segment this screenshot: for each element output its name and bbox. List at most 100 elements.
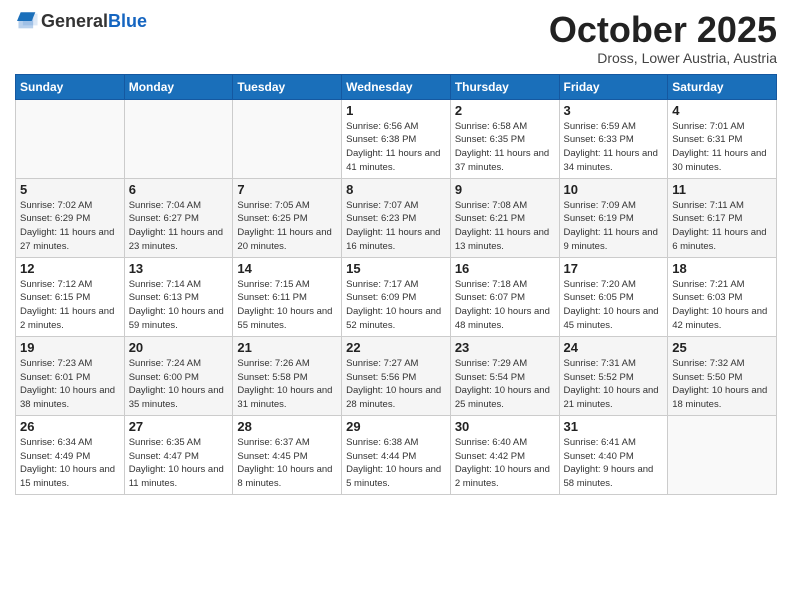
day-number: 30 — [455, 419, 555, 434]
day-number: 9 — [455, 182, 555, 197]
calendar-week-row: 1Sunrise: 6:56 AM Sunset: 6:38 PM Daylig… — [16, 99, 777, 178]
table-row: 20Sunrise: 7:24 AM Sunset: 6:00 PM Dayli… — [124, 336, 233, 415]
day-info: Sunrise: 7:23 AM Sunset: 6:01 PM Dayligh… — [20, 357, 120, 412]
day-number: 21 — [237, 340, 337, 355]
col-monday: Monday — [124, 74, 233, 99]
day-info: Sunrise: 7:04 AM Sunset: 6:27 PM Dayligh… — [129, 199, 229, 254]
day-number: 28 — [237, 419, 337, 434]
table-row: 26 Sunrise: 6:34 AM Sunset: 4:49 PM Dayli… — [16, 415, 125, 494]
day-number: 11 — [672, 182, 772, 197]
table-row: 29Sunrise: 6:38 AM Sunset: 4:44 PM Dayli… — [342, 415, 451, 494]
day-number: 2 — [455, 103, 555, 118]
location: Dross, Lower Austria, Austria — [549, 50, 777, 66]
day-number: 27 — [129, 419, 229, 434]
day-number: 14 — [237, 261, 337, 276]
table-row: 5 Sunrise: 7:02 AM Sunset: 6:29 PM Daylig… — [16, 178, 125, 257]
day-number: 15 — [346, 261, 446, 276]
day-number: 23 — [455, 340, 555, 355]
day-number: 20 — [129, 340, 229, 355]
col-saturday: Saturday — [668, 74, 777, 99]
table-row: 2 Sunrise: 6:58 AM Sunset: 6:35 PM Daylig… — [450, 99, 559, 178]
col-sunday: Sunday — [16, 74, 125, 99]
day-number: 19 — [20, 340, 120, 355]
day-info: Sunrise: 7:20 AM Sunset: 6:05 PM Dayligh… — [564, 278, 664, 333]
table-row: 31 Sunrise: 6:41 AM Sunset: 4:40 PM Dayli… — [559, 415, 668, 494]
col-friday: Friday — [559, 74, 668, 99]
logo-blue: Blue — [108, 11, 147, 31]
table-row — [668, 415, 777, 494]
day-info: Sunrise: 6:34 AM Sunset: 4:49 PM Dayligh… — [20, 436, 120, 491]
table-row: 8Sunrise: 7:07 AM Sunset: 6:23 PM Daylig… — [342, 178, 451, 257]
day-info: Sunrise: 7:02 AM Sunset: 6:29 PM Dayligh… — [20, 199, 120, 254]
table-row: 13Sunrise: 7:14 AM Sunset: 6:13 PM Dayli… — [124, 257, 233, 336]
day-info: Sunrise: 7:31 AM Sunset: 5:52 PM Dayligh… — [564, 357, 664, 412]
day-info: Sunrise: 6:41 AM Sunset: 4:40 PM Dayligh… — [564, 436, 664, 491]
day-info: Sunrise: 7:29 AM Sunset: 5:54 PM Dayligh… — [455, 357, 555, 412]
table-row: 3 Sunrise: 6:59 AM Sunset: 6:33 PM Daylig… — [559, 99, 668, 178]
day-info: Sunrise: 7:17 AM Sunset: 6:09 PM Dayligh… — [346, 278, 446, 333]
table-row: 16Sunrise: 7:18 AM Sunset: 6:07 PM Dayli… — [450, 257, 559, 336]
day-number: 10 — [564, 182, 664, 197]
table-row: 18 Sunrise: 7:21 AM Sunset: 6:03 PM Dayli… — [668, 257, 777, 336]
day-number: 3 — [564, 103, 664, 118]
logo-general: General — [41, 11, 108, 31]
table-row: 25 Sunrise: 7:32 AM Sunset: 5:50 PM Dayli… — [668, 336, 777, 415]
day-info: Sunrise: 7:01 AM Sunset: 6:31 PM Dayligh… — [672, 120, 772, 175]
logo-text: GeneralBlue — [41, 11, 147, 32]
day-number: 6 — [129, 182, 229, 197]
calendar-week-row: 12Sunrise: 7:12 AM Sunset: 6:15 PM Dayli… — [16, 257, 777, 336]
day-number: 18 — [672, 261, 772, 276]
day-info: Sunrise: 6:40 AM Sunset: 4:42 PM Dayligh… — [455, 436, 555, 491]
table-row: 24 Sunrise: 7:31 AM Sunset: 5:52 PM Dayli… — [559, 336, 668, 415]
month-title: October 2025 — [549, 10, 777, 50]
table-row: 9 Sunrise: 7:08 AM Sunset: 6:21 PM Daylig… — [450, 178, 559, 257]
calendar-week-row: 19 Sunrise: 7:23 AM Sunset: 6:01 PM Dayli… — [16, 336, 777, 415]
table-row — [233, 99, 342, 178]
table-row: 15 Sunrise: 7:17 AM Sunset: 6:09 PM Dayli… — [342, 257, 451, 336]
calendar-week-row: 26 Sunrise: 6:34 AM Sunset: 4:49 PM Dayli… — [16, 415, 777, 494]
table-row: 1Sunrise: 6:56 AM Sunset: 6:38 PM Daylig… — [342, 99, 451, 178]
day-number: 1 — [346, 103, 446, 118]
table-row: 4Sunrise: 7:01 AM Sunset: 6:31 PM Daylig… — [668, 99, 777, 178]
day-info: Sunrise: 7:26 AM Sunset: 5:58 PM Dayligh… — [237, 357, 337, 412]
day-info: Sunrise: 6:58 AM Sunset: 6:35 PM Dayligh… — [455, 120, 555, 175]
logo-icon — [17, 10, 39, 32]
day-number: 31 — [564, 419, 664, 434]
table-row: 14 Sunrise: 7:15 AM Sunset: 6:11 PM Dayli… — [233, 257, 342, 336]
day-number: 24 — [564, 340, 664, 355]
table-row: 22Sunrise: 7:27 AM Sunset: 5:56 PM Dayli… — [342, 336, 451, 415]
col-thursday: Thursday — [450, 74, 559, 99]
day-info: Sunrise: 7:09 AM Sunset: 6:19 PM Dayligh… — [564, 199, 664, 254]
calendar: Sunday Monday Tuesday Wednesday Thursday… — [15, 74, 777, 495]
day-number: 17 — [564, 261, 664, 276]
day-number: 8 — [346, 182, 446, 197]
table-row: 12Sunrise: 7:12 AM Sunset: 6:15 PM Dayli… — [16, 257, 125, 336]
day-number: 13 — [129, 261, 229, 276]
table-row: 19 Sunrise: 7:23 AM Sunset: 6:01 PM Dayli… — [16, 336, 125, 415]
day-info: Sunrise: 6:59 AM Sunset: 6:33 PM Dayligh… — [564, 120, 664, 175]
day-number: 5 — [20, 182, 120, 197]
table-row: 28Sunrise: 6:37 AM Sunset: 4:45 PM Dayli… — [233, 415, 342, 494]
table-row — [124, 99, 233, 178]
col-tuesday: Tuesday — [233, 74, 342, 99]
day-number: 7 — [237, 182, 337, 197]
header: GeneralBlue October 2025 Dross, Lower Au… — [15, 10, 777, 66]
day-number: 26 — [20, 419, 120, 434]
day-info: Sunrise: 7:08 AM Sunset: 6:21 PM Dayligh… — [455, 199, 555, 254]
day-number: 25 — [672, 340, 772, 355]
day-info: Sunrise: 7:21 AM Sunset: 6:03 PM Dayligh… — [672, 278, 772, 333]
day-number: 22 — [346, 340, 446, 355]
logo: GeneralBlue — [15, 10, 147, 32]
day-info: Sunrise: 7:32 AM Sunset: 5:50 PM Dayligh… — [672, 357, 772, 412]
table-row: 21 Sunrise: 7:26 AM Sunset: 5:58 PM Dayli… — [233, 336, 342, 415]
day-info: Sunrise: 7:18 AM Sunset: 6:07 PM Dayligh… — [455, 278, 555, 333]
day-info: Sunrise: 7:11 AM Sunset: 6:17 PM Dayligh… — [672, 199, 772, 254]
day-info: Sunrise: 7:15 AM Sunset: 6:11 PM Dayligh… — [237, 278, 337, 333]
table-row: 27Sunrise: 6:35 AM Sunset: 4:47 PM Dayli… — [124, 415, 233, 494]
table-row: 10 Sunrise: 7:09 AM Sunset: 6:19 PM Dayli… — [559, 178, 668, 257]
title-section: October 2025 Dross, Lower Austria, Austr… — [549, 10, 777, 66]
table-row: 23 Sunrise: 7:29 AM Sunset: 5:54 PM Dayli… — [450, 336, 559, 415]
day-info: Sunrise: 7:12 AM Sunset: 6:15 PM Dayligh… — [20, 278, 120, 333]
page: GeneralBlue October 2025 Dross, Lower Au… — [0, 0, 792, 510]
col-wednesday: Wednesday — [342, 74, 451, 99]
